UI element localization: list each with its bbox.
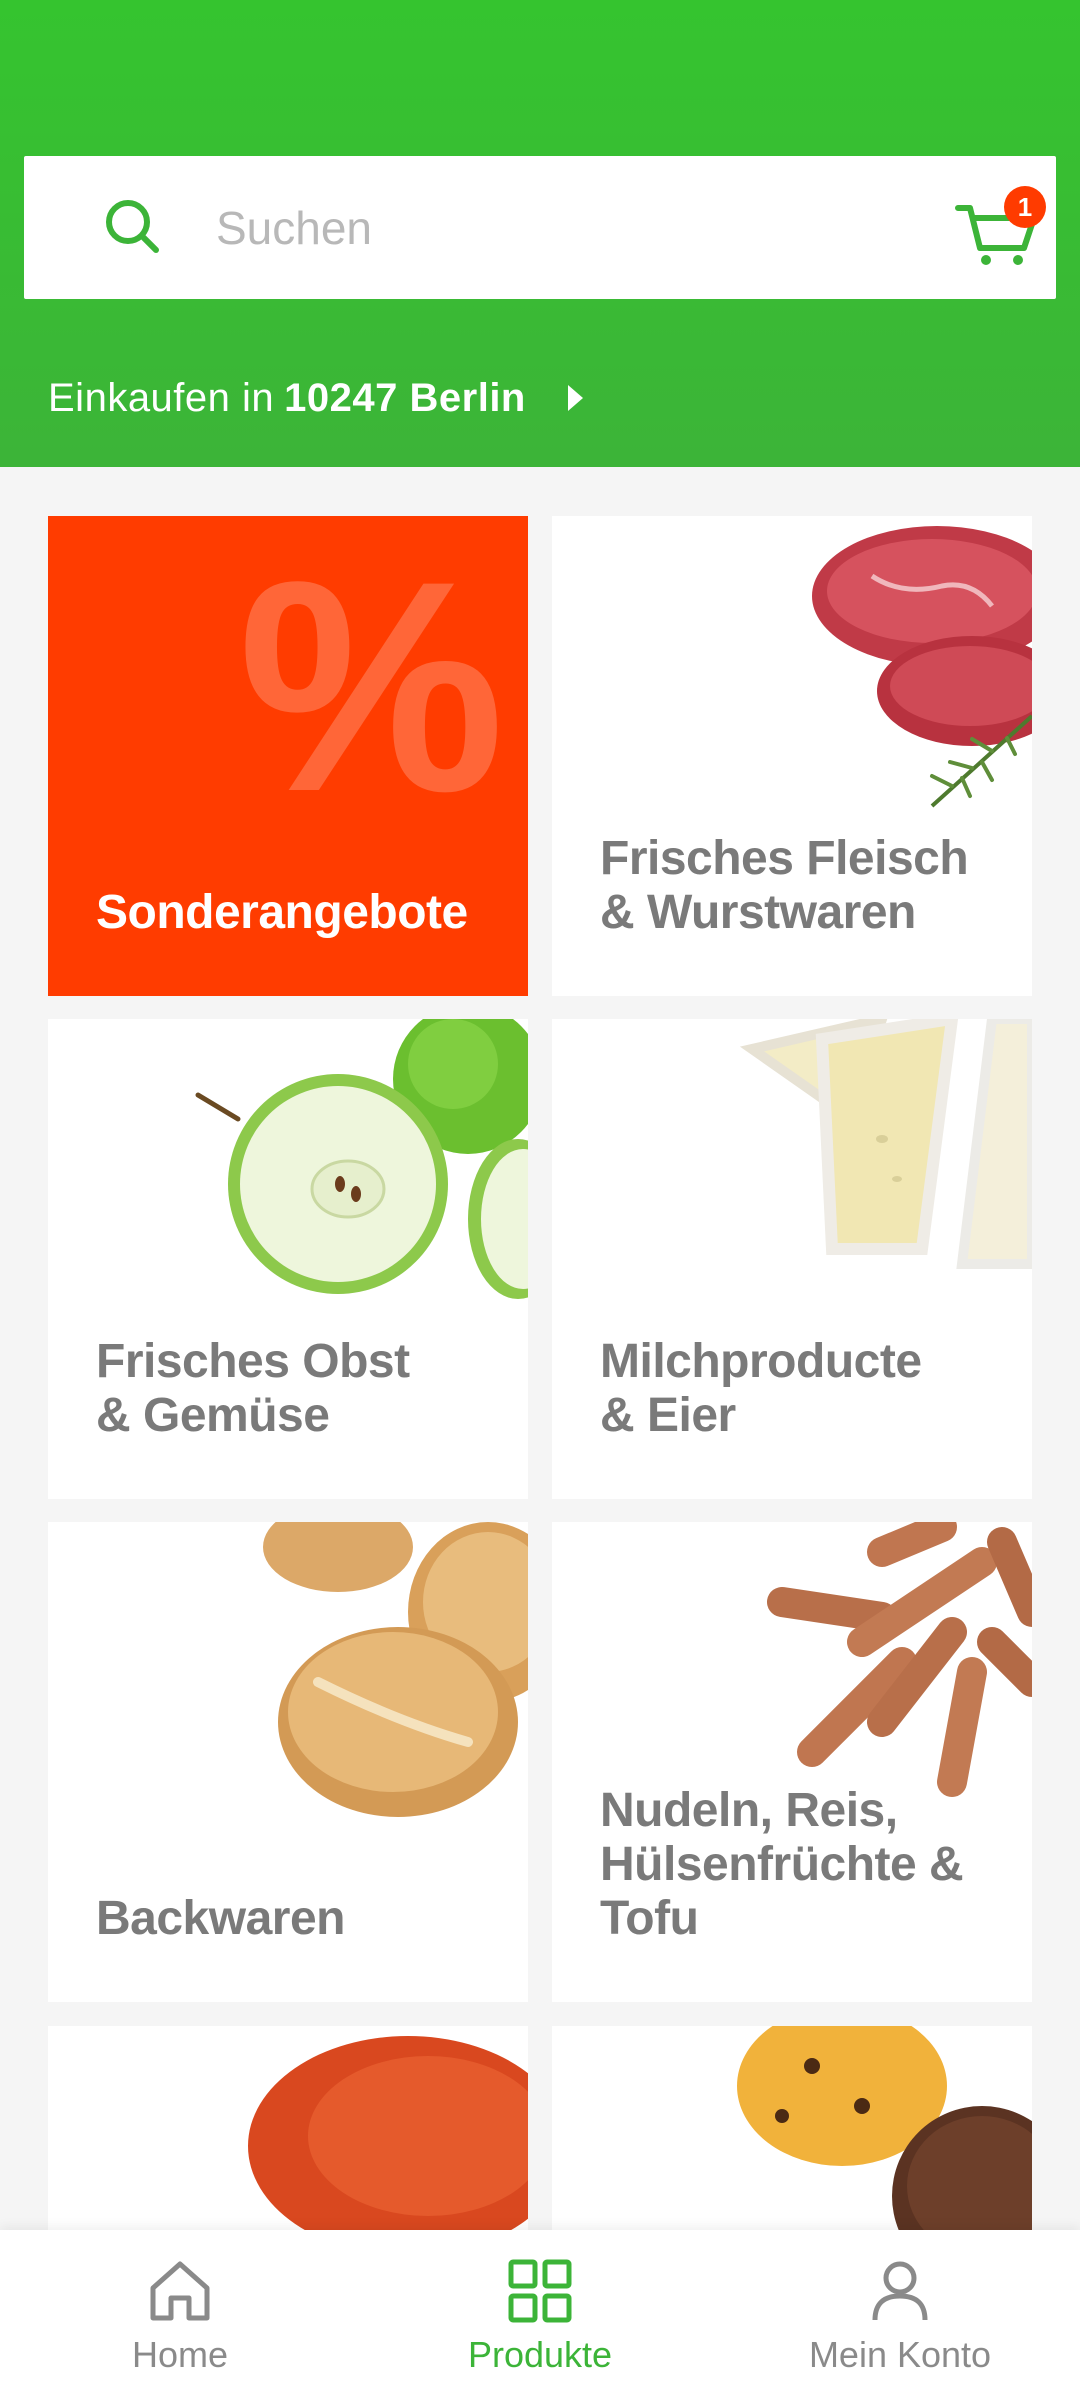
- location-prefix: Einkaufen in: [48, 375, 275, 420]
- location-selector[interactable]: Einkaufen in 10247 Berlin: [48, 368, 583, 428]
- cart-count-badge: 1: [1004, 186, 1046, 228]
- nav-home[interactable]: Home: [0, 2230, 360, 2400]
- header: 1 Einkaufen in 10247 Berlin: [0, 0, 1080, 467]
- nav-products[interactable]: Produkte: [360, 2230, 720, 2400]
- cart-button[interactable]: 1: [954, 186, 1046, 270]
- nav-label-home: Home: [131, 2334, 229, 2375]
- grid-icon: [508, 2259, 572, 2323]
- category-tile-offers[interactable]: % Sonderangebote: [48, 516, 528, 996]
- category-label: Nudeln, Reis, Hülsenfrüchte & Tofu: [600, 1784, 964, 1945]
- category-tile-pasta[interactable]: Nudeln, Reis, Hülsenfrüchte & Tofu: [552, 1522, 1032, 2002]
- user-icon: [872, 2261, 928, 2321]
- category-label: Milchproducte & Eier: [600, 1335, 922, 1442]
- search-icon[interactable]: [102, 196, 162, 256]
- category-label: Backwaren: [96, 1892, 345, 1945]
- category-label: Frisches Fleisch & Wurstwaren: [600, 832, 969, 939]
- percent-icon: %: [238, 518, 505, 854]
- location-place: 10247 Berlin: [284, 375, 526, 420]
- category-tile-dairy[interactable]: Milchproducte & Eier: [552, 1019, 1032, 1499]
- nav-label-products: Produkte: [467, 2334, 613, 2375]
- bottom-navigation: Home Produkte Mein Konto: [0, 2230, 1080, 2400]
- nav-account[interactable]: Mein Konto: [720, 2230, 1080, 2400]
- search-input[interactable]: [216, 192, 896, 264]
- search-bar[interactable]: 1: [24, 156, 1056, 299]
- category-tile-fruit[interactable]: Frisches Obst & Gemüse: [48, 1019, 528, 1499]
- category-tile-meat[interactable]: Frisches Fleisch & Wurstwaren: [552, 516, 1032, 996]
- category-tile-bakery[interactable]: Backwaren: [48, 1522, 528, 2002]
- nav-label-account: Mein Konto: [808, 2334, 992, 2375]
- chevron-right-icon: [567, 385, 583, 411]
- category-label: Sonderangebote: [96, 886, 468, 939]
- home-icon: [150, 2261, 210, 2321]
- category-label: Frisches Obst & Gemüse: [96, 1335, 410, 1442]
